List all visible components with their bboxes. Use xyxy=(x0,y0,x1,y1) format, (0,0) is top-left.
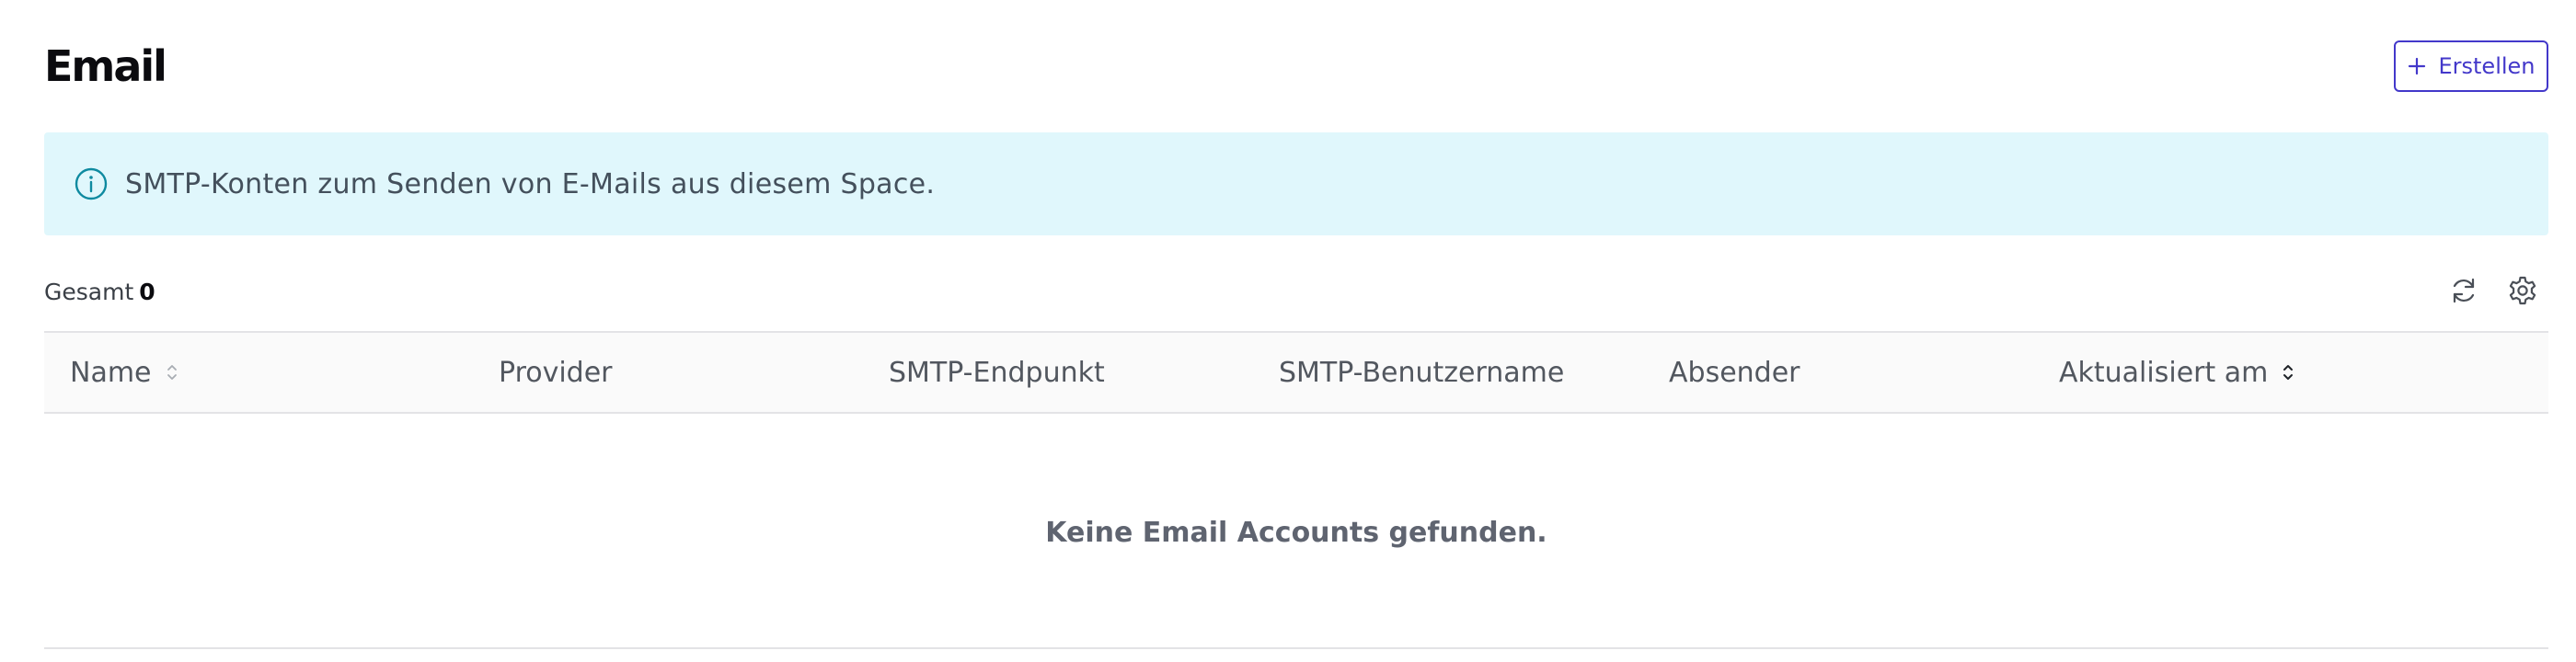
total-label: Gesamt xyxy=(44,279,134,305)
column-label-smtp-username: SMTP-Benutzername xyxy=(1279,356,1565,389)
page-title: Email xyxy=(44,41,167,91)
table-empty-state: Keine Email Accounts gefunden. xyxy=(44,414,2548,649)
column-label-name: Name xyxy=(70,356,152,389)
column-label-smtp-endpoint: SMTP-Endpunkt xyxy=(889,356,1105,389)
total-value: 0 xyxy=(139,279,155,305)
settings-button[interactable] xyxy=(2502,272,2543,313)
column-header-smtp-endpoint: SMTP-Endpunkt xyxy=(889,333,1105,412)
column-header-provider: Provider xyxy=(499,333,613,412)
column-label-provider: Provider xyxy=(499,356,613,389)
table-header: Name Provider SMTP-Endpunkt SMTP-Benutze… xyxy=(44,331,2548,414)
info-icon xyxy=(74,166,109,201)
total-count: Gesamt 0 xyxy=(44,276,155,309)
plus-icon xyxy=(2407,56,2427,76)
column-header-updated-at[interactable]: Aktualisiert am xyxy=(2059,333,2295,412)
gear-icon xyxy=(2507,275,2538,310)
column-header-sender: Absender xyxy=(1669,333,1800,412)
email-accounts-page: Email Erstellen SMTP-Konten zum Senden v… xyxy=(0,0,2576,662)
info-banner: SMTP-Konten zum Senden von E-Mails aus d… xyxy=(44,132,2548,235)
column-label-sender: Absender xyxy=(1669,356,1800,389)
empty-state-message: Keine Email Accounts gefunden. xyxy=(1045,516,1547,549)
create-button[interactable]: Erstellen xyxy=(2394,40,2548,92)
sort-active-icon xyxy=(2281,360,2295,384)
column-label-updated-at: Aktualisiert am xyxy=(2059,356,2269,389)
info-banner-text: SMTP-Konten zum Senden von E-Mails aus d… xyxy=(125,167,936,200)
create-button-label: Erstellen xyxy=(2438,53,2536,79)
sort-neutral-icon xyxy=(165,360,179,384)
column-header-name[interactable]: Name xyxy=(70,333,179,412)
refresh-button[interactable] xyxy=(2444,272,2484,313)
column-header-smtp-username: SMTP-Benutzername xyxy=(1279,333,1564,412)
refresh-icon xyxy=(2448,275,2479,310)
